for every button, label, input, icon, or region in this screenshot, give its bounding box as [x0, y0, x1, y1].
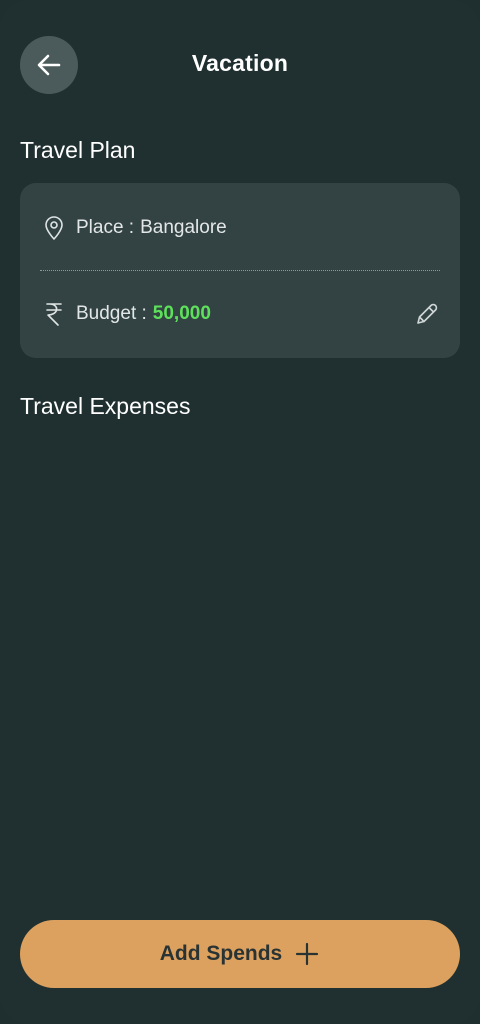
add-spends-label: Add Spends [159, 942, 283, 965]
card-divider [40, 270, 440, 271]
page-title: Vacation [191, 50, 289, 76]
pencil-icon [417, 303, 438, 324]
travel-expenses-heading: Travel Expenses [20, 393, 191, 419]
location-pin-icon [42, 214, 66, 242]
travel-plan-heading: Travel Plan [20, 137, 136, 163]
place-value: Bangalore [140, 217, 227, 238]
place-row: Place : Bangalore [42, 213, 440, 243]
rupee-icon [42, 300, 66, 328]
add-spends-button[interactable]: Add Spends [20, 920, 460, 988]
app-screen: Vacation Travel Plan Place : Bangalore B… [0, 0, 480, 1024]
budget-label: Budget : [76, 303, 147, 324]
place-label: Place : [76, 217, 135, 238]
edit-budget-button[interactable] [414, 301, 440, 327]
travel-plan-card: Place : Bangalore Budget : 50,000 [20, 183, 460, 358]
budget-value: 50,000 [152, 303, 211, 324]
plus-icon [296, 942, 319, 966]
budget-row: Budget : 50,000 [42, 299, 440, 329]
